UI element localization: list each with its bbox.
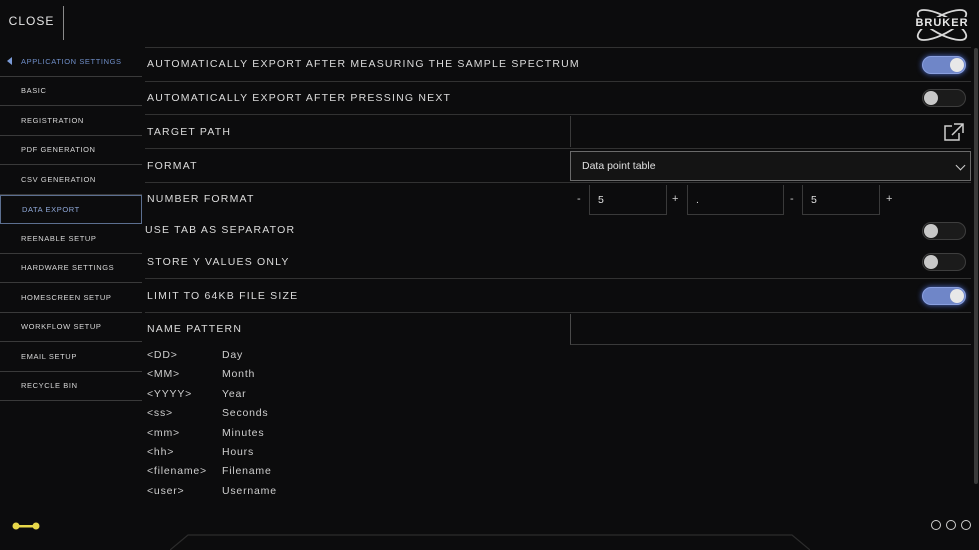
sidebar-item-workflow-setup[interactable]: WORKFLOW SETUP xyxy=(0,313,142,342)
sidebar-item-label: REENABLE SETUP xyxy=(21,233,97,243)
number-format-label: NUMBER FORMAT xyxy=(147,193,255,205)
caret-left-icon xyxy=(7,57,12,66)
limit-64kb-label: LIMIT TO 64KB FILE SIZE xyxy=(147,290,299,302)
limit-64kb-toggle[interactable] xyxy=(922,287,966,305)
page-dot[interactable] xyxy=(931,520,941,530)
sidebar-item-data-export[interactable]: DATA EXPORT xyxy=(0,194,142,224)
pattern-token: <hh> xyxy=(147,446,175,458)
sidebar-item-pdf-generation[interactable]: PDF GENERATION xyxy=(0,136,142,165)
pattern-meaning: Seconds xyxy=(222,407,269,419)
integer-digits-field[interactable]: 5 xyxy=(589,185,667,215)
name-pattern-field[interactable] xyxy=(570,314,971,345)
row-divider xyxy=(145,312,971,313)
sidebar-item-label: HOMESCREEN SETUP xyxy=(21,292,112,302)
row-divider xyxy=(145,81,971,82)
external-link-icon[interactable] xyxy=(943,122,965,142)
auto-export-next-label: AUTOMATICALLY EXPORT AFTER PRESSING NEXT xyxy=(147,92,452,104)
decimal-separator-field[interactable]: . xyxy=(687,185,784,215)
sidebar-item-registration[interactable]: REGISTRATION xyxy=(0,106,142,136)
pattern-meaning: Hours xyxy=(222,446,255,458)
pattern-token: <user> xyxy=(147,485,185,497)
integer-digits-decrement[interactable]: - xyxy=(577,193,581,205)
sidebar-item-csv-generation[interactable]: CSV GENERATION xyxy=(0,165,142,195)
header-divider xyxy=(63,6,64,40)
bruker-logo: BRUKER xyxy=(910,6,974,44)
tab-separator-label: USE TAB AS SEPARATOR xyxy=(145,224,296,236)
logo-text: BRUKER xyxy=(910,17,974,29)
format-select-value: Data point table xyxy=(582,160,656,172)
sidebar-item-email-setup[interactable]: EMAIL SETUP xyxy=(0,342,142,372)
sidebar-item-homescreen-setup[interactable]: HOMESCREEN SETUP xyxy=(0,283,142,313)
sidebar-item-application-settings[interactable]: APPLICATION SETTINGS xyxy=(0,47,142,77)
store-y-only-toggle[interactable] xyxy=(922,253,966,271)
decimal-digits-field[interactable]: 5 xyxy=(802,185,880,215)
toggle-knob xyxy=(924,224,938,238)
row-divider xyxy=(145,114,971,115)
sidebar-item-recycle-bin[interactable]: RECYCLE BIN xyxy=(0,372,142,401)
sidebar-item-label: RECYCLE BIN xyxy=(21,381,78,391)
sidebar-item-label: REGISTRATION xyxy=(21,115,84,125)
pattern-token: <YYYY> xyxy=(147,388,193,400)
tab-separator-toggle[interactable] xyxy=(922,222,966,240)
page-dots xyxy=(931,520,971,530)
target-path-label: TARGET PATH xyxy=(147,126,232,138)
row-divider xyxy=(145,278,971,279)
sidebar-nav: APPLICATION SETTINGS BASIC REGISTRATION … xyxy=(0,47,142,401)
sidebar-item-basic[interactable]: BASIC xyxy=(0,77,142,106)
sidebar-item-label: EMAIL SETUP xyxy=(21,351,77,361)
row-divider xyxy=(145,47,971,48)
pattern-token: <ss> xyxy=(147,407,173,419)
pattern-meaning: Filename xyxy=(222,465,272,477)
page-dot[interactable] xyxy=(946,520,956,530)
pattern-token: <DD> xyxy=(147,349,178,361)
toggle-knob xyxy=(950,58,964,72)
target-path-field[interactable] xyxy=(570,116,971,147)
pattern-token: <MM> xyxy=(147,368,180,380)
pattern-token: <filename> xyxy=(147,465,207,477)
sidebar-item-label: HARDWARE SETTINGS xyxy=(21,263,115,273)
toggle-knob xyxy=(924,255,938,269)
pattern-meaning: Day xyxy=(222,349,244,361)
toggle-knob xyxy=(924,91,938,105)
format-label: FORMAT xyxy=(147,160,198,172)
key-icon[interactable] xyxy=(12,520,40,532)
sidebar-item-label: PDF GENERATION xyxy=(21,145,96,155)
auto-export-sample-label: AUTOMATICALLY EXPORT AFTER MEASURING THE… xyxy=(147,58,580,70)
store-y-only-label: STORE Y VALUES ONLY xyxy=(147,256,290,268)
format-select[interactable]: Data point table xyxy=(570,151,971,181)
toggle-knob xyxy=(950,289,964,303)
integer-digits-increment[interactable]: + xyxy=(672,193,678,205)
sidebar-item-reenable-setup[interactable]: REENABLE SETUP xyxy=(0,224,142,254)
pattern-meaning: Minutes xyxy=(222,427,265,439)
sidebar-item-hardware-settings[interactable]: HARDWARE SETTINGS xyxy=(0,254,142,283)
decimal-digits-increment[interactable]: + xyxy=(886,193,892,205)
row-divider xyxy=(145,148,971,149)
sidebar-item-label: WORKFLOW SETUP xyxy=(21,322,102,332)
pattern-meaning: Year xyxy=(222,388,247,400)
decimal-digits-decrement[interactable]: - xyxy=(790,193,794,205)
auto-export-sample-toggle[interactable] xyxy=(922,56,966,74)
name-pattern-label: NAME PATTERN xyxy=(147,323,243,335)
sidebar-item-label: CSV GENERATION xyxy=(21,174,96,184)
sidebar-item-label: BASIC xyxy=(21,86,47,96)
pattern-meaning: Month xyxy=(222,368,256,380)
chevron-down-icon xyxy=(955,160,966,171)
sidebar-item-label: APPLICATION SETTINGS xyxy=(21,56,122,66)
pattern-meaning: Username xyxy=(222,485,277,497)
row-divider xyxy=(145,182,971,183)
auto-export-next-toggle[interactable] xyxy=(922,89,966,107)
sidebar-item-label: DATA EXPORT xyxy=(22,204,80,214)
close-button[interactable]: CLOSE xyxy=(0,0,63,42)
footer-panel xyxy=(170,534,810,550)
page-dot[interactable] xyxy=(961,520,971,530)
pattern-token: <mm> xyxy=(147,427,180,439)
scrollbar[interactable] xyxy=(974,48,978,484)
